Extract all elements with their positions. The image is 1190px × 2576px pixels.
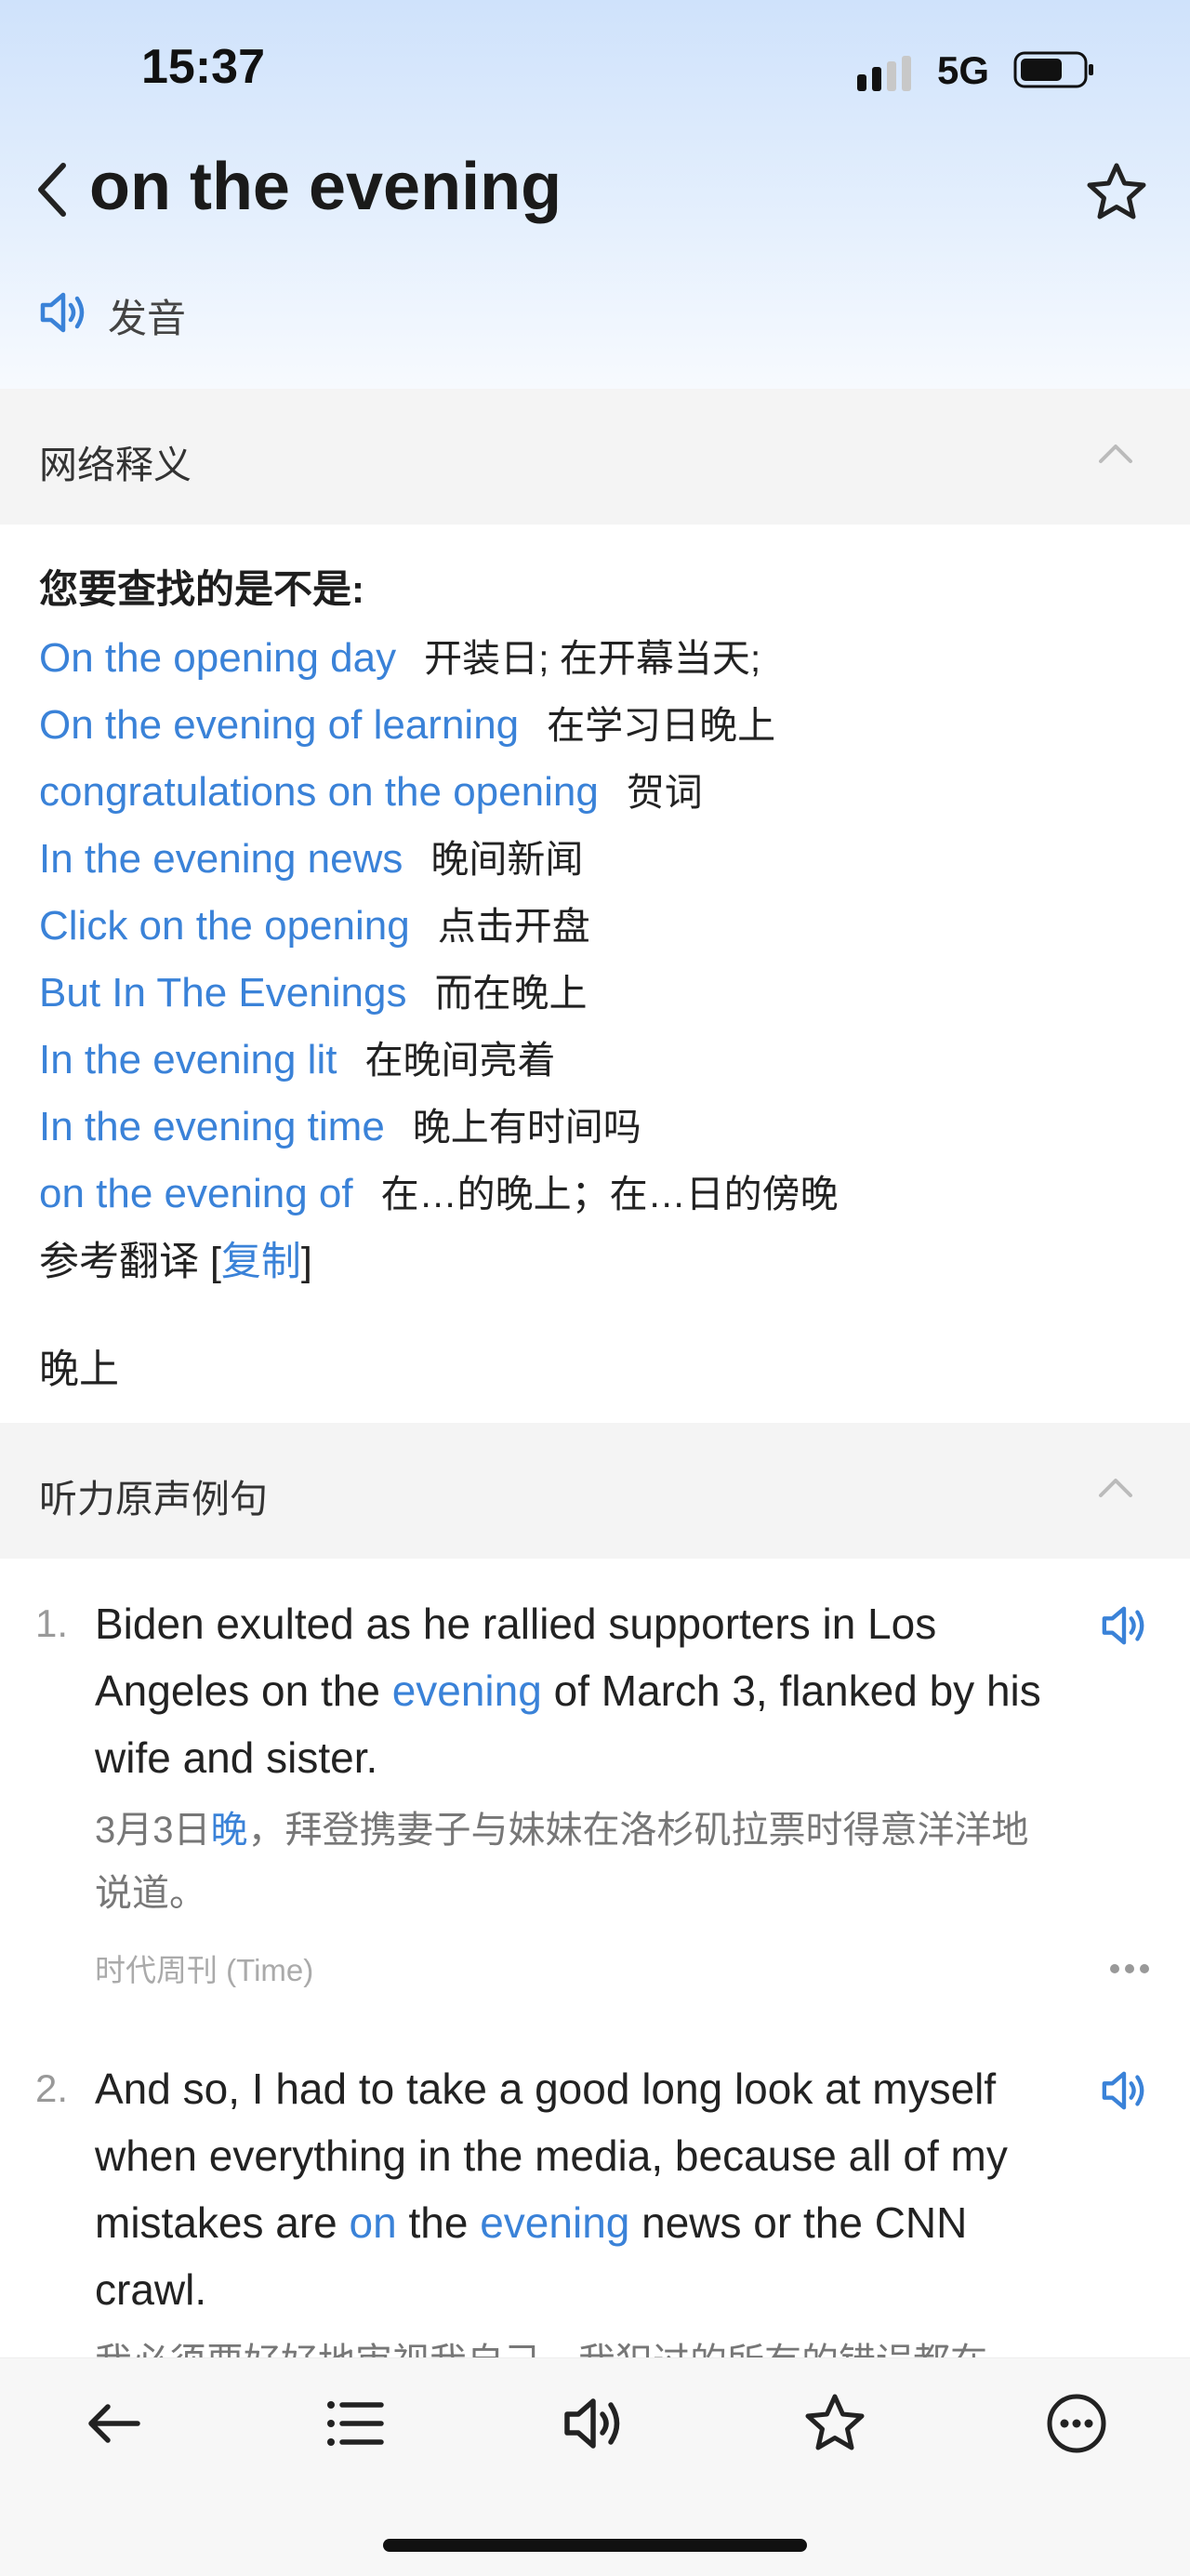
network-type: 5G bbox=[937, 48, 990, 92]
suggestion-zh: 开装日; 在开幕当天; bbox=[424, 637, 761, 680]
highlight-word[interactable]: evening bbox=[480, 2198, 629, 2247]
example-number: 1. bbox=[35, 1601, 69, 1645]
suggestion-item[interactable]: Click on the opening 点击开盘 bbox=[39, 895, 590, 950]
highlight-word: 晚 bbox=[210, 1810, 248, 1851]
suggestion-zh: 而在晚上 bbox=[434, 972, 588, 1015]
example-source: 时代周刊 (Time) bbox=[95, 1953, 314, 1987]
star-icon[interactable] bbox=[801, 2390, 868, 2457]
speaker-icon[interactable] bbox=[1101, 1603, 1147, 1648]
suggestion-zh: 贺词 bbox=[626, 771, 703, 814]
home-indicator bbox=[383, 2539, 807, 2552]
battery-icon bbox=[1013, 51, 1093, 88]
suggestion-item[interactable]: On the evening of learning 在学习日晚上 bbox=[39, 694, 775, 750]
suggestion-en[interactable]: congratulations on the opening bbox=[39, 769, 599, 815]
signal-icon bbox=[857, 56, 911, 91]
highlight-word[interactable]: on bbox=[350, 2198, 397, 2247]
suggestion-en[interactable]: In the evening time bbox=[39, 1104, 385, 1149]
listening-section-header[interactable]: 听力原声例句 bbox=[0, 1423, 1190, 1559]
speaker-icon[interactable] bbox=[562, 2390, 628, 2457]
sentence-text: the bbox=[396, 2198, 481, 2247]
web-definition-section-header[interactable]: 网络释义 bbox=[0, 389, 1190, 524]
speaker-icon[interactable] bbox=[1101, 2068, 1147, 2113]
suggestion-item[interactable]: on the evening of 在…的晚上；在…日的傍晚 bbox=[39, 1162, 839, 1218]
translation-text: 3月3日 bbox=[95, 1810, 211, 1851]
list-icon[interactable] bbox=[322, 2390, 389, 2457]
copy-link[interactable]: 复制 bbox=[221, 1240, 301, 1284]
suggestion-item[interactable]: In the evening lit 在晚间亮着 bbox=[39, 1029, 555, 1084]
suggestion-en[interactable]: But In The Evenings bbox=[39, 970, 406, 1016]
suggestion-en[interactable]: In the evening lit bbox=[39, 1037, 337, 1082]
reference-translation: 晚上 bbox=[39, 1348, 119, 1392]
reference-label: 参考翻译 bbox=[39, 1240, 199, 1284]
suggestion-item[interactable]: congratulations on the opening 贺词 bbox=[39, 761, 703, 817]
suggestion-en[interactable]: On the evening of learning bbox=[39, 702, 519, 748]
suggestion-zh: 点击开盘 bbox=[437, 905, 590, 948]
page-title: on the evening bbox=[89, 150, 562, 224]
example-sentence: And so, I had to take a good long look a… bbox=[95, 2055, 1062, 2323]
reference-translation-label: 参考翻译 [复制] bbox=[39, 1240, 312, 1284]
example-translation: 3月3日晚，拜登携妻子与妹妹在洛杉矶拉票时得意洋洋地说道。 bbox=[95, 1799, 1062, 1925]
suggestion-item[interactable]: On the opening day 开装日; 在开幕当天; bbox=[39, 627, 760, 683]
suggestion-en[interactable]: In the evening news bbox=[39, 836, 403, 882]
section-title: 听力原声例句 bbox=[39, 1478, 268, 1520]
suggestion-zh: 晚上有时间吗 bbox=[412, 1106, 641, 1149]
example-sentence: Biden exulted as he rallied supporters i… bbox=[95, 1590, 1062, 1791]
section-title: 网络释义 bbox=[39, 444, 192, 486]
suggestion-zh: 在学习日晚上 bbox=[547, 704, 776, 747]
speaker-icon[interactable] bbox=[39, 290, 87, 335]
back-arrow-icon[interactable] bbox=[80, 2390, 147, 2457]
suggestion-en[interactable]: Click on the opening bbox=[39, 903, 410, 949]
highlight-word[interactable]: evening bbox=[392, 1666, 542, 1715]
suggestion-item[interactable]: In the evening time 晚上有时间吗 bbox=[39, 1095, 641, 1151]
pronounce-label[interactable]: 发音 bbox=[108, 287, 186, 344]
suggestion-item[interactable]: In the evening news 晚间新闻 bbox=[39, 828, 583, 883]
suggestion-en[interactable]: on the evening of bbox=[39, 1171, 353, 1216]
suggestion-zh: 晚间新闻 bbox=[430, 838, 584, 881]
example-number: 2. bbox=[35, 2066, 69, 2110]
suggestion-item[interactable]: But In The Evenings 而在晚上 bbox=[39, 962, 587, 1017]
collapse-chevron-icon[interactable] bbox=[1097, 439, 1134, 467]
suggestion-zh: 在…的晚上；在…日的傍晚 bbox=[380, 1173, 839, 1215]
did-you-mean-title: 您要查找的是不是: bbox=[39, 567, 364, 611]
collapse-chevron-icon[interactable] bbox=[1097, 1473, 1134, 1501]
suggestion-zh: 在晚间亮着 bbox=[364, 1039, 556, 1082]
more-dots-icon[interactable] bbox=[1108, 1962, 1151, 1975]
status-time: 15:37 bbox=[141, 40, 265, 94]
suggestion-en[interactable]: On the opening day bbox=[39, 635, 396, 681]
more-circle-icon[interactable] bbox=[1043, 2390, 1110, 2457]
favorite-star-icon[interactable] bbox=[1084, 160, 1149, 225]
back-chevron-icon[interactable] bbox=[33, 160, 71, 219]
